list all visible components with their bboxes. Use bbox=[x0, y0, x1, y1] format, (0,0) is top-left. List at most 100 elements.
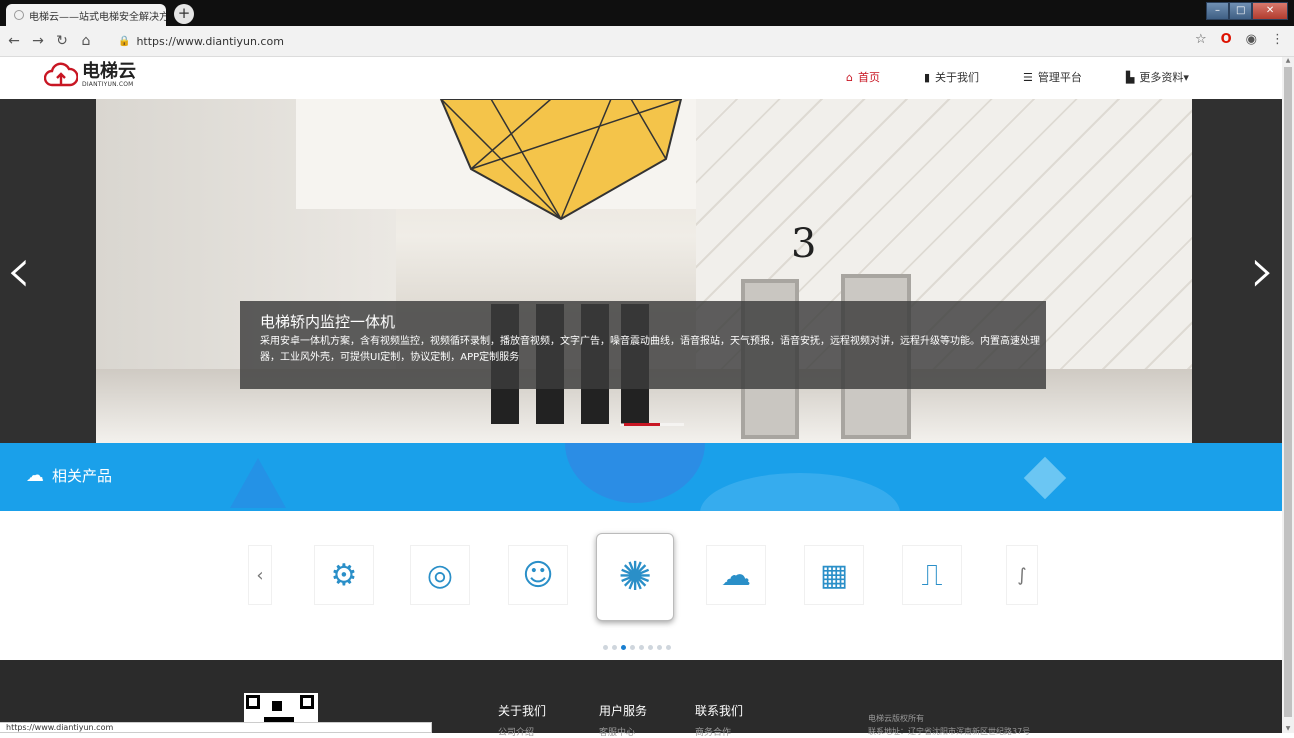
product-item[interactable]: ⚙ bbox=[314, 545, 374, 605]
book-icon: ▮ bbox=[923, 70, 931, 84]
carousel-dot[interactable] bbox=[603, 645, 608, 650]
cloud-upload-logo-icon bbox=[44, 62, 78, 87]
copyright-text: 电梯云版权所有 bbox=[868, 714, 924, 723]
carousel-dot[interactable] bbox=[657, 645, 662, 650]
address-bar: ← → ↻ ⌂ 🔒 https://www.diantiyun.com ☆ O … bbox=[0, 26, 1294, 57]
nav-label: 关于我们 bbox=[935, 71, 980, 84]
face-scan-icon: ☺ bbox=[522, 557, 554, 593]
footer-link[interactable]: 客服中心 bbox=[599, 725, 647, 738]
monitor-chart-icon: ⎍ bbox=[921, 557, 943, 593]
signal-icon: ∫ bbox=[1017, 564, 1027, 586]
decor-ellipse bbox=[700, 473, 900, 511]
nav-label: 首页 bbox=[857, 71, 880, 84]
decor-circle bbox=[565, 443, 705, 503]
lock-icon[interactable]: 🔒 bbox=[118, 36, 130, 47]
nav-about[interactable]: ▮ 关于我们 bbox=[924, 69, 979, 85]
tab-title: 电梯云——站式电梯安全解决方 × bbox=[29, 11, 166, 23]
carousel-dot[interactable] bbox=[648, 645, 653, 650]
decor-triangle bbox=[230, 458, 286, 508]
forward-icon[interactable]: → bbox=[28, 33, 48, 49]
footer-link[interactable]: 公司介绍 bbox=[498, 725, 546, 738]
footer-col-title: 关于我们 bbox=[498, 704, 547, 718]
reload-icon[interactable]: ↻ bbox=[52, 33, 72, 49]
nav-platform[interactable]: ☰ 管理平台 bbox=[1023, 69, 1082, 85]
logo-name: 电梯云 bbox=[82, 60, 136, 82]
home-icon: ⌂ bbox=[846, 70, 853, 84]
browser-toolbar-right: ☆ O ◉ ⋮ bbox=[1195, 32, 1284, 47]
scroll-down-icon[interactable]: ▼ bbox=[1282, 725, 1294, 733]
scroll-thumb[interactable] bbox=[1284, 67, 1292, 717]
carousel-dot-active[interactable] bbox=[621, 645, 626, 650]
account-icon[interactable]: ◉ bbox=[1246, 32, 1257, 47]
floor-number: 3 bbox=[791, 221, 817, 267]
file-icon: ▙ bbox=[1125, 70, 1135, 84]
address-text: 联系地址：辽宁省沈阳市浑南新区世纪路37号 bbox=[868, 727, 1031, 736]
maximize-button[interactable]: □ bbox=[1229, 2, 1253, 20]
list-icon: ☰ bbox=[1023, 70, 1033, 84]
nav-label: 管理平台 bbox=[1037, 71, 1082, 84]
elevator-lobby-image: 3 bbox=[96, 99, 1192, 443]
scroll-up-icon[interactable]: ▲ bbox=[1282, 57, 1294, 65]
product-item[interactable]: ☺ bbox=[508, 545, 568, 605]
product-item[interactable]: ▦ bbox=[804, 545, 864, 605]
carousel-dot[interactable] bbox=[612, 645, 617, 650]
logo-subtitle: DIANTIYUN.COM bbox=[82, 80, 134, 88]
gears-icon: ⚙ bbox=[330, 557, 358, 593]
main-nav: ⌂ 首页 ▮ 关于我们 ☰ 管理平台 ▙ 更多资料▾ bbox=[846, 69, 1233, 85]
window-controls: – □ ✕ bbox=[1206, 2, 1288, 20]
product-item[interactable]: ⎍ bbox=[902, 545, 962, 605]
status-bar-url: https://www.diantiyun.com bbox=[0, 722, 432, 733]
ceiling-light-decor bbox=[439, 99, 683, 221]
nav-label: 更多资料▾ bbox=[1139, 71, 1189, 84]
related-products-title: 相关产品 bbox=[52, 467, 113, 485]
browser-titlebar: 电梯云——站式电梯安全解决方 × + – □ ✕ bbox=[0, 0, 1294, 26]
site-logo[interactable]: 电梯云 DIANTIYUN.COM bbox=[44, 61, 136, 89]
url-field[interactable]: https://www.diantiyun.com bbox=[136, 35, 283, 48]
product-item[interactable]: ◎ bbox=[410, 545, 470, 605]
footer-col-title: 联系我们 bbox=[695, 704, 744, 718]
footer-link[interactable]: 商务合作 bbox=[695, 725, 743, 738]
carousel-dot[interactable] bbox=[639, 645, 644, 650]
product-carousel: ‹ ⚙ ◎ ☺ ✺ ☁ ▦ ⎍ ∫ bbox=[248, 533, 1038, 621]
banner-description: 采用安卓一体机方案，含有视频监控，视频循环录制，播放音视频，文字广告，噪音震动曲… bbox=[260, 336, 1040, 363]
banner-prev-button[interactable]: ‹ bbox=[6, 239, 32, 303]
banner-next-button[interactable]: › bbox=[1250, 239, 1276, 303]
cloud-phone-icon: ☁ bbox=[721, 557, 751, 593]
cloud-icon: ☁ bbox=[26, 465, 44, 486]
banner-indicator[interactable] bbox=[620, 423, 684, 426]
related-products-bar: ☁ 相关产品 bbox=[0, 443, 1282, 511]
back-icon[interactable]: ← bbox=[4, 33, 24, 49]
browser-tab[interactable]: 电梯云——站式电梯安全解决方 × bbox=[6, 4, 166, 26]
footer-copyright: 电梯云版权所有 联系地址：辽宁省沈阳市浑南新区世纪路37号 bbox=[868, 712, 1030, 738]
page-scrollbar[interactable]: ▲ ▼ bbox=[1282, 57, 1294, 733]
nav-more[interactable]: ▙ 更多资料▾ bbox=[1126, 69, 1189, 85]
product-item[interactable]: ☁ bbox=[706, 545, 766, 605]
new-tab-button[interactable]: + bbox=[174, 4, 194, 24]
banner-indicator-active bbox=[624, 423, 660, 426]
minimize-button[interactable]: – bbox=[1206, 2, 1230, 20]
network-icon: ✺ bbox=[618, 554, 652, 600]
site-header: 电梯云 DIANTIYUN.COM ⌂ 首页 ▮ 关于我们 ☰ 管理平台 ▙ 更… bbox=[0, 57, 1282, 99]
carousel-dots[interactable] bbox=[603, 645, 671, 650]
carousel-prev-button[interactable]: ‹ bbox=[248, 545, 272, 605]
related-products-heading: ☁ 相关产品 bbox=[26, 465, 112, 486]
globe-icon: ◎ bbox=[426, 557, 454, 593]
favicon-icon bbox=[14, 10, 24, 20]
chevron-left-icon: ‹ bbox=[256, 564, 264, 586]
hero-banner: 3 ‹ › 电梯轿内监控一体机 采用安卓一体机方案，含有视频监控，视频循环录制，… bbox=[0, 99, 1282, 443]
window-close-button[interactable]: ✕ bbox=[1252, 2, 1288, 20]
carousel-dot[interactable] bbox=[630, 645, 635, 650]
product-item-partial[interactable]: ∫ bbox=[1006, 545, 1038, 605]
banner-title: 电梯轿内监控一体机 bbox=[260, 313, 396, 331]
menu-dots-icon[interactable]: ⋮ bbox=[1271, 32, 1284, 47]
nav-home[interactable]: ⌂ 首页 bbox=[846, 69, 880, 85]
home-browser-icon[interactable]: ⌂ bbox=[76, 33, 96, 49]
product-item-active[interactable]: ✺ bbox=[596, 533, 674, 621]
qrcode-icon: ▦ bbox=[819, 557, 849, 593]
bookmark-star-icon[interactable]: ☆ bbox=[1195, 32, 1207, 47]
opera-icon[interactable]: O bbox=[1221, 32, 1232, 47]
decor-diamond bbox=[1023, 456, 1067, 500]
footer-col-title: 用户服务 bbox=[599, 704, 648, 718]
carousel-dot[interactable] bbox=[666, 645, 671, 650]
banner-caption: 电梯轿内监控一体机 采用安卓一体机方案，含有视频监控，视频循环录制，播放音视频，… bbox=[240, 301, 1046, 389]
